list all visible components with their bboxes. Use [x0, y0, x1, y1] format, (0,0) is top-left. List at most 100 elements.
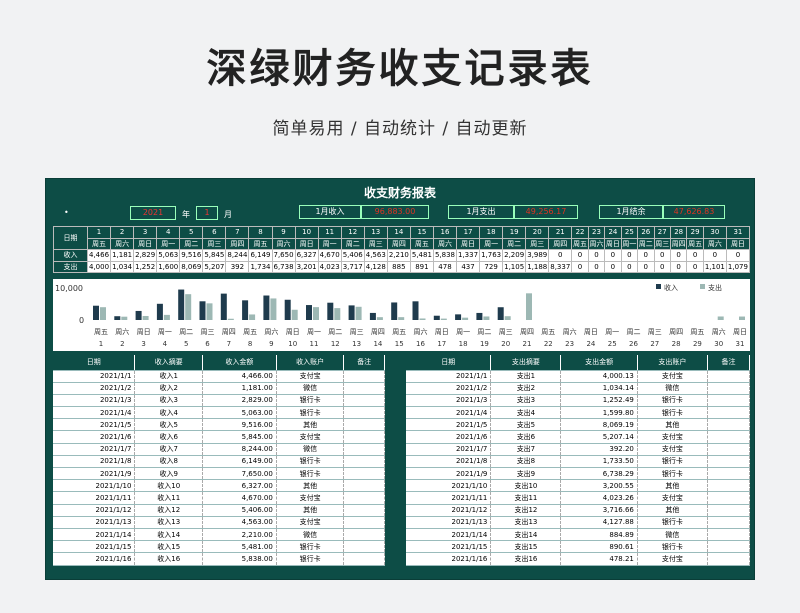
table-cell[interactable]: 2021/1/6 — [406, 430, 492, 444]
table-cell[interactable]: 2021/1/10 — [406, 479, 492, 493]
table-cell[interactable] — [343, 479, 385, 493]
table-cell[interactable]: 392.20 — [560, 443, 638, 456]
table-cell[interactable]: 2021/1/2 — [406, 382, 492, 395]
table-cell[interactable]: 6,738.29 — [560, 467, 638, 481]
table-cell[interactable]: 银行卡 — [276, 552, 345, 566]
table-cell[interactable]: 支出14 — [490, 528, 562, 542]
table-cell[interactable]: 2021/1/15 — [53, 540, 136, 554]
table-cell[interactable]: 支出5 — [490, 418, 562, 432]
table-cell[interactable]: 微信 — [637, 528, 708, 542]
table-cell[interactable]: 支付宝 — [637, 552, 708, 566]
table-cell[interactable]: 收入8 — [134, 455, 204, 469]
table-cell[interactable]: 4,563.00 — [202, 516, 277, 529]
table-cell[interactable]: 1,599.80 — [560, 406, 638, 420]
table-cell[interactable] — [343, 394, 385, 408]
table-cell[interactable]: 支付宝 — [276, 491, 345, 505]
table-cell[interactable] — [343, 443, 385, 456]
table-cell[interactable]: 支付宝 — [637, 370, 708, 383]
table-cell[interactable]: 支付宝 — [276, 370, 345, 383]
table-cell[interactable]: 2021/1/9 — [406, 467, 492, 481]
table-cell[interactable]: 2021/1/7 — [53, 443, 136, 456]
table-cell[interactable]: 收入3 — [134, 394, 204, 408]
table-cell[interactable]: 银行卡 — [637, 516, 708, 529]
table-cell[interactable]: 2021/1/11 — [406, 491, 492, 505]
table-cell[interactable]: 2021/1/3 — [406, 394, 492, 408]
table-cell[interactable]: 2021/1/5 — [406, 418, 492, 432]
table-cell[interactable]: 微信 — [276, 528, 345, 542]
table-cell[interactable]: 收入5 — [134, 418, 204, 432]
table-cell[interactable]: 支出12 — [490, 504, 562, 517]
table-cell[interactable] — [343, 540, 385, 554]
table-cell[interactable]: 其他 — [637, 479, 708, 493]
table-cell[interactable] — [707, 418, 751, 432]
table-cell[interactable]: 2021/1/1 — [406, 370, 492, 383]
table-cell[interactable]: 收入16 — [134, 552, 204, 566]
table-cell[interactable]: 8,244.00 — [202, 443, 277, 456]
table-cell[interactable]: 2021/1/5 — [53, 418, 136, 432]
table-cell[interactable] — [707, 467, 751, 481]
table-cell[interactable]: 支出15 — [490, 540, 562, 554]
table-cell[interactable]: 收入4 — [134, 406, 204, 420]
table-cell[interactable]: 2021/1/10 — [53, 479, 136, 493]
table-cell[interactable]: 2021/1/7 — [406, 443, 492, 456]
table-cell[interactable]: 2021/1/4 — [53, 406, 136, 420]
table-cell[interactable]: 收入7 — [134, 443, 204, 456]
table-cell[interactable]: 2021/1/16 — [406, 552, 492, 566]
table-cell[interactable] — [707, 455, 751, 469]
table-cell[interactable]: 3,716.66 — [560, 504, 638, 517]
table-cell[interactable]: 4,670.00 — [202, 491, 277, 505]
year-input[interactable]: 2021 — [130, 206, 176, 220]
table-cell[interactable]: 支出2 — [490, 382, 562, 395]
table-cell[interactable]: 支付宝 — [637, 443, 708, 456]
table-cell[interactable]: 支出4 — [490, 406, 562, 420]
table-cell[interactable]: 2021/1/9 — [53, 467, 136, 481]
table-cell[interactable] — [707, 479, 751, 493]
table-cell[interactable]: 银行卡 — [637, 394, 708, 408]
table-cell[interactable]: 微信 — [276, 443, 345, 456]
table-cell[interactable]: 2021/1/13 — [53, 516, 136, 529]
table-cell[interactable]: 支出9 — [490, 467, 562, 481]
table-cell[interactable]: 2021/1/16 — [53, 552, 136, 566]
table-cell[interactable]: 其他 — [276, 418, 345, 432]
table-cell[interactable]: 支出1 — [490, 370, 562, 383]
table-cell[interactable]: 微信 — [637, 382, 708, 395]
table-cell[interactable]: 2021/1/8 — [53, 455, 136, 469]
table-cell[interactable]: 8,069.19 — [560, 418, 638, 432]
table-cell[interactable]: 884.89 — [560, 528, 638, 542]
table-cell[interactable]: 收入2 — [134, 382, 204, 395]
table-cell[interactable]: 其他 — [276, 479, 345, 493]
table-cell[interactable]: 收入11 — [134, 491, 204, 505]
table-cell[interactable] — [707, 528, 751, 542]
table-cell[interactable] — [707, 552, 751, 566]
table-cell[interactable]: 其他 — [637, 418, 708, 432]
table-cell[interactable]: 2021/1/11 — [53, 491, 136, 505]
table-cell[interactable] — [343, 370, 385, 383]
table-cell[interactable]: 4,127.88 — [560, 516, 638, 529]
table-cell[interactable]: 收入12 — [134, 504, 204, 517]
table-cell[interactable]: 478.21 — [560, 552, 638, 566]
table-cell[interactable]: 收入10 — [134, 479, 204, 493]
table-cell[interactable] — [343, 516, 385, 529]
table-cell[interactable]: 5,406.00 — [202, 504, 277, 517]
table-cell[interactable] — [707, 516, 751, 529]
table-cell[interactable]: 4,466.00 — [202, 370, 277, 383]
table-cell[interactable]: 1,252.49 — [560, 394, 638, 408]
table-cell[interactable]: 支出10 — [490, 479, 562, 493]
table-cell[interactable]: 收入15 — [134, 540, 204, 554]
table-cell[interactable]: 银行卡 — [276, 455, 345, 469]
table-cell[interactable]: 收入9 — [134, 467, 204, 481]
table-cell[interactable]: 2021/1/14 — [53, 528, 136, 542]
table-cell[interactable]: 收入6 — [134, 430, 204, 444]
table-cell[interactable]: 收入13 — [134, 516, 204, 529]
table-cell[interactable]: 5,207.14 — [560, 430, 638, 444]
table-cell[interactable]: 4,000.13 — [560, 370, 638, 383]
table-cell[interactable] — [343, 382, 385, 395]
table-cell[interactable]: 支出13 — [490, 516, 562, 529]
table-cell[interactable] — [343, 430, 385, 444]
table-cell[interactable]: 1,181.00 — [202, 382, 277, 395]
table-cell[interactable]: 4,023.26 — [560, 491, 638, 505]
table-cell[interactable]: 支出3 — [490, 394, 562, 408]
table-cell[interactable]: 2021/1/15 — [406, 540, 492, 554]
table-cell[interactable]: 收入14 — [134, 528, 204, 542]
table-cell[interactable]: 890.61 — [560, 540, 638, 554]
